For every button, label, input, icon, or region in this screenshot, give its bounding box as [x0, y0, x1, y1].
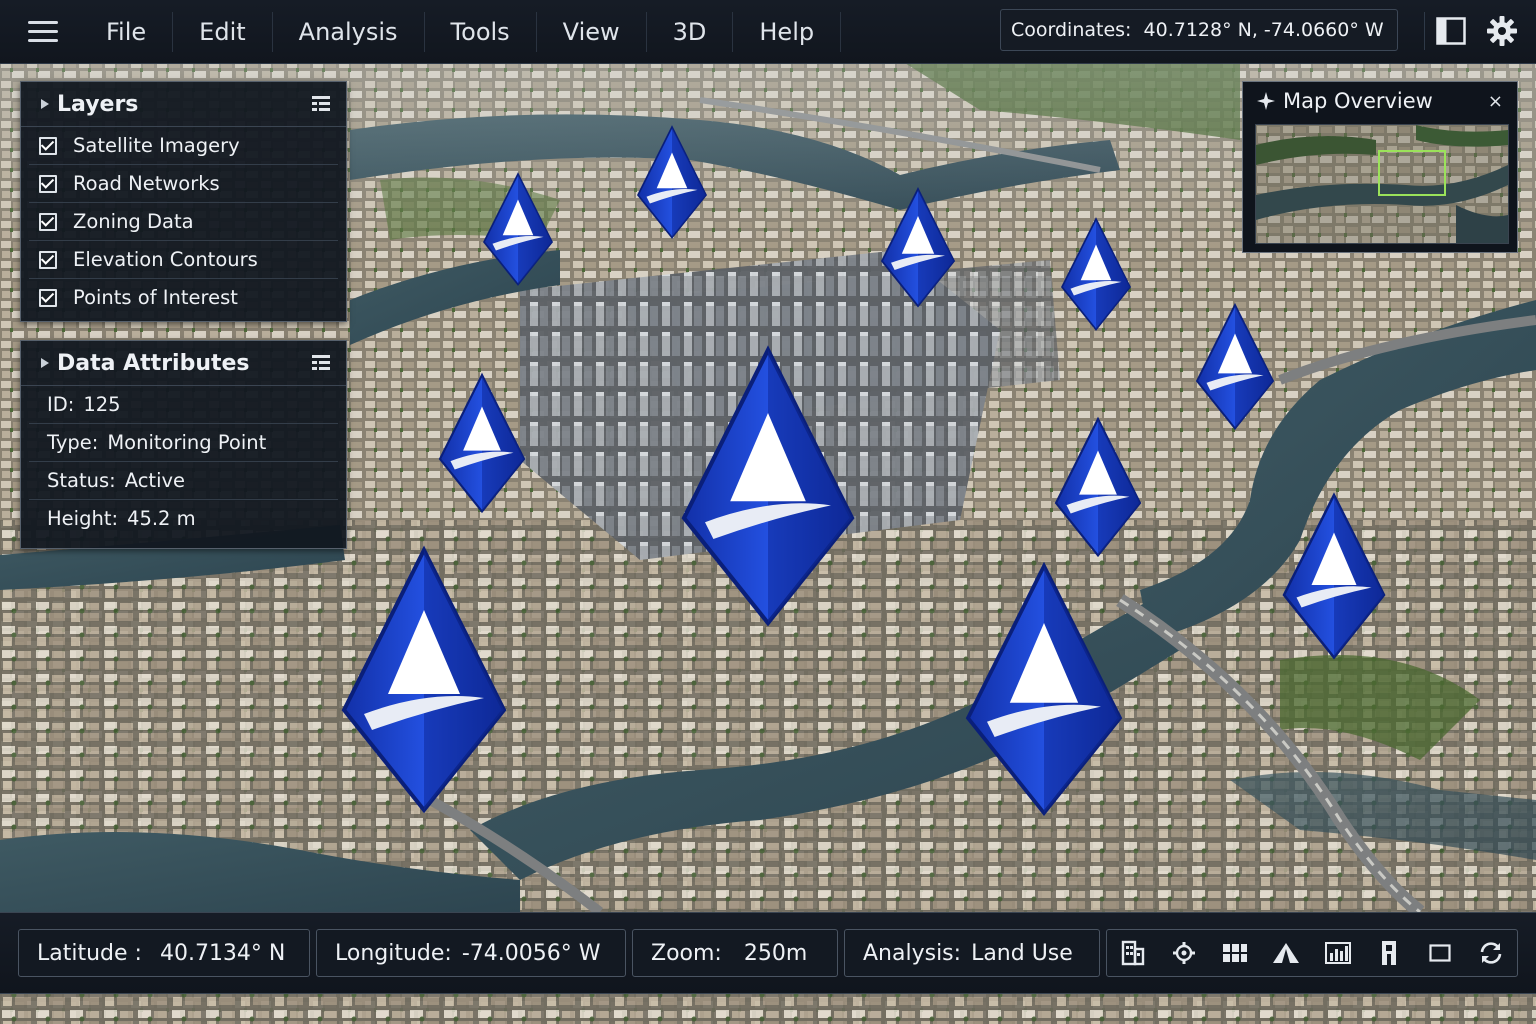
attribute-value: 125 [83, 393, 121, 416]
longitude-label: Longitude: [335, 940, 452, 966]
attributes-panel-title: Data Attributes [57, 350, 250, 376]
terrain-tool-button[interactable] [1261, 930, 1312, 976]
menu-edit[interactable]: Edit [173, 11, 273, 52]
layer-checkbox[interactable] [39, 250, 57, 269]
attribute-key: Status: [47, 469, 116, 492]
chart-tool-button[interactable] [1312, 930, 1363, 976]
layers-panel: Layers Satellite Imagery Road Networks Z… [20, 81, 347, 322]
map-overview-title: Map Overview [1283, 89, 1433, 113]
menu-analysis[interactable]: Analysis [273, 11, 425, 52]
map-overview-header[interactable]: Map Overview × [1243, 82, 1517, 120]
layer-label: Satellite Imagery [73, 134, 240, 157]
attribute-value: 45.2 m [127, 507, 196, 530]
zoom-readout: Zoom: 250m [632, 929, 838, 977]
longitude-readout: Longitude: -74.0056° W [316, 929, 626, 977]
panel-options-icon[interactable] [312, 355, 330, 371]
hamburger-menu-icon[interactable] [28, 20, 58, 43]
layer-label: Points of Interest [73, 286, 238, 309]
layer-checkbox[interactable] [39, 212, 57, 231]
coordinates-value: 40.7128° N, -74.0660° W [1143, 19, 1384, 41]
square-icon [1429, 944, 1451, 962]
layer-item-elevation-contours[interactable]: Elevation Contours [29, 241, 338, 279]
attribute-row-height: Height: 45.2 m [29, 500, 338, 537]
attribute-key: ID: [47, 393, 75, 416]
collapse-arrow-icon[interactable] [41, 99, 49, 109]
overview-viewport-rect[interactable] [1378, 150, 1446, 196]
latitude-label: Latitude : [37, 940, 142, 966]
attribute-row-status: Status: Active [29, 462, 338, 500]
sync-tool-button[interactable] [1466, 930, 1517, 976]
settings-tool-button[interactable] [1158, 930, 1209, 976]
map-overview-panel: Map Overview × [1242, 81, 1518, 253]
coordinates-label: Coordinates: [1011, 19, 1132, 41]
longitude-value: -74.0056° W [461, 940, 601, 966]
analysis-readout[interactable]: Analysis: Land Use [844, 929, 1100, 977]
layer-item-satellite-imagery[interactable]: Satellite Imagery [29, 127, 338, 165]
menu-3d[interactable]: 3D [647, 11, 734, 52]
analysis-label: Analysis: [863, 940, 962, 966]
menu-tools[interactable]: Tools [425, 11, 537, 52]
coordinates-readout: Coordinates: 40.7128° N, -74.0660° W [1000, 9, 1398, 51]
refresh-icon [1481, 942, 1502, 964]
attribute-key: Height: [47, 507, 119, 530]
menu-file[interactable]: File [80, 11, 174, 52]
status-bar: Latitude : 40.7134° N Longitude: -74.005… [0, 912, 1536, 994]
settings-button[interactable] [1482, 12, 1522, 50]
latitude-readout: Latitude : 40.7134° N [18, 929, 310, 977]
map-toolbar [1106, 929, 1518, 977]
attribute-row-type: Type: Monitoring Point [29, 424, 338, 462]
attribute-value: Monitoring Point [107, 431, 267, 454]
layers-panel-title: Layers [57, 91, 139, 117]
overview-minimap[interactable] [1255, 124, 1509, 244]
layer-item-zoning-data[interactable]: Zoning Data [29, 203, 338, 241]
layer-label: Zoning Data [73, 210, 194, 233]
gear-icon [1172, 942, 1195, 964]
layer-item-points-of-interest[interactable]: Points of Interest [29, 279, 338, 316]
frame-tool-button[interactable] [1415, 930, 1466, 976]
building-icon [1121, 940, 1144, 966]
attribute-value: Active [124, 469, 186, 492]
close-icon[interactable]: × [1488, 91, 1503, 112]
attributes-panel-header[interactable]: Data Attributes [21, 341, 346, 386]
data-attributes-panel: Data Attributes ID: 125 Type: Monitoring… [20, 340, 347, 549]
gear-icon [1487, 16, 1517, 46]
tower-tool-button[interactable] [1363, 930, 1414, 976]
layer-label: Road Networks [73, 172, 220, 195]
layer-checkbox[interactable] [39, 136, 57, 155]
layers-list: Satellite Imagery Road Networks Zoning D… [21, 127, 346, 316]
layer-label: Elevation Contours [73, 248, 258, 271]
attribute-key: Type: [47, 431, 99, 454]
analysis-value: Land Use [971, 940, 1073, 966]
layer-checkbox[interactable] [39, 174, 57, 193]
panel-toggle-button[interactable] [1424, 12, 1477, 50]
menu-bar: File Edit Analysis Tools View 3D Help Co… [0, 0, 1536, 64]
layer-item-road-networks[interactable]: Road Networks [29, 165, 338, 203]
panel-options-icon[interactable] [312, 96, 330, 112]
grid-icon [1223, 944, 1248, 962]
grid-tool-button[interactable] [1210, 930, 1261, 976]
tower-icon [1381, 941, 1396, 965]
menu-help[interactable]: Help [733, 11, 842, 52]
zoom-label: Zoom: [651, 940, 722, 966]
terrain-icon [1273, 943, 1300, 963]
zoom-value: 250m [743, 940, 808, 966]
move-pin-icon[interactable] [1257, 92, 1275, 110]
layers-panel-header[interactable]: Layers [21, 82, 346, 127]
layer-checkbox[interactable] [39, 288, 57, 307]
attributes-list: ID: 125 Type: Monitoring Point Status: A… [21, 386, 346, 537]
collapse-arrow-icon[interactable] [41, 358, 49, 368]
chart-icon [1324, 942, 1351, 964]
attribute-row-id: ID: 125 [29, 386, 338, 424]
sidebar-panel-icon [1436, 17, 1466, 45]
latitude-value: 40.7134° N [159, 940, 286, 966]
menu-view[interactable]: View [537, 11, 647, 52]
building-tool-button[interactable] [1107, 930, 1158, 976]
